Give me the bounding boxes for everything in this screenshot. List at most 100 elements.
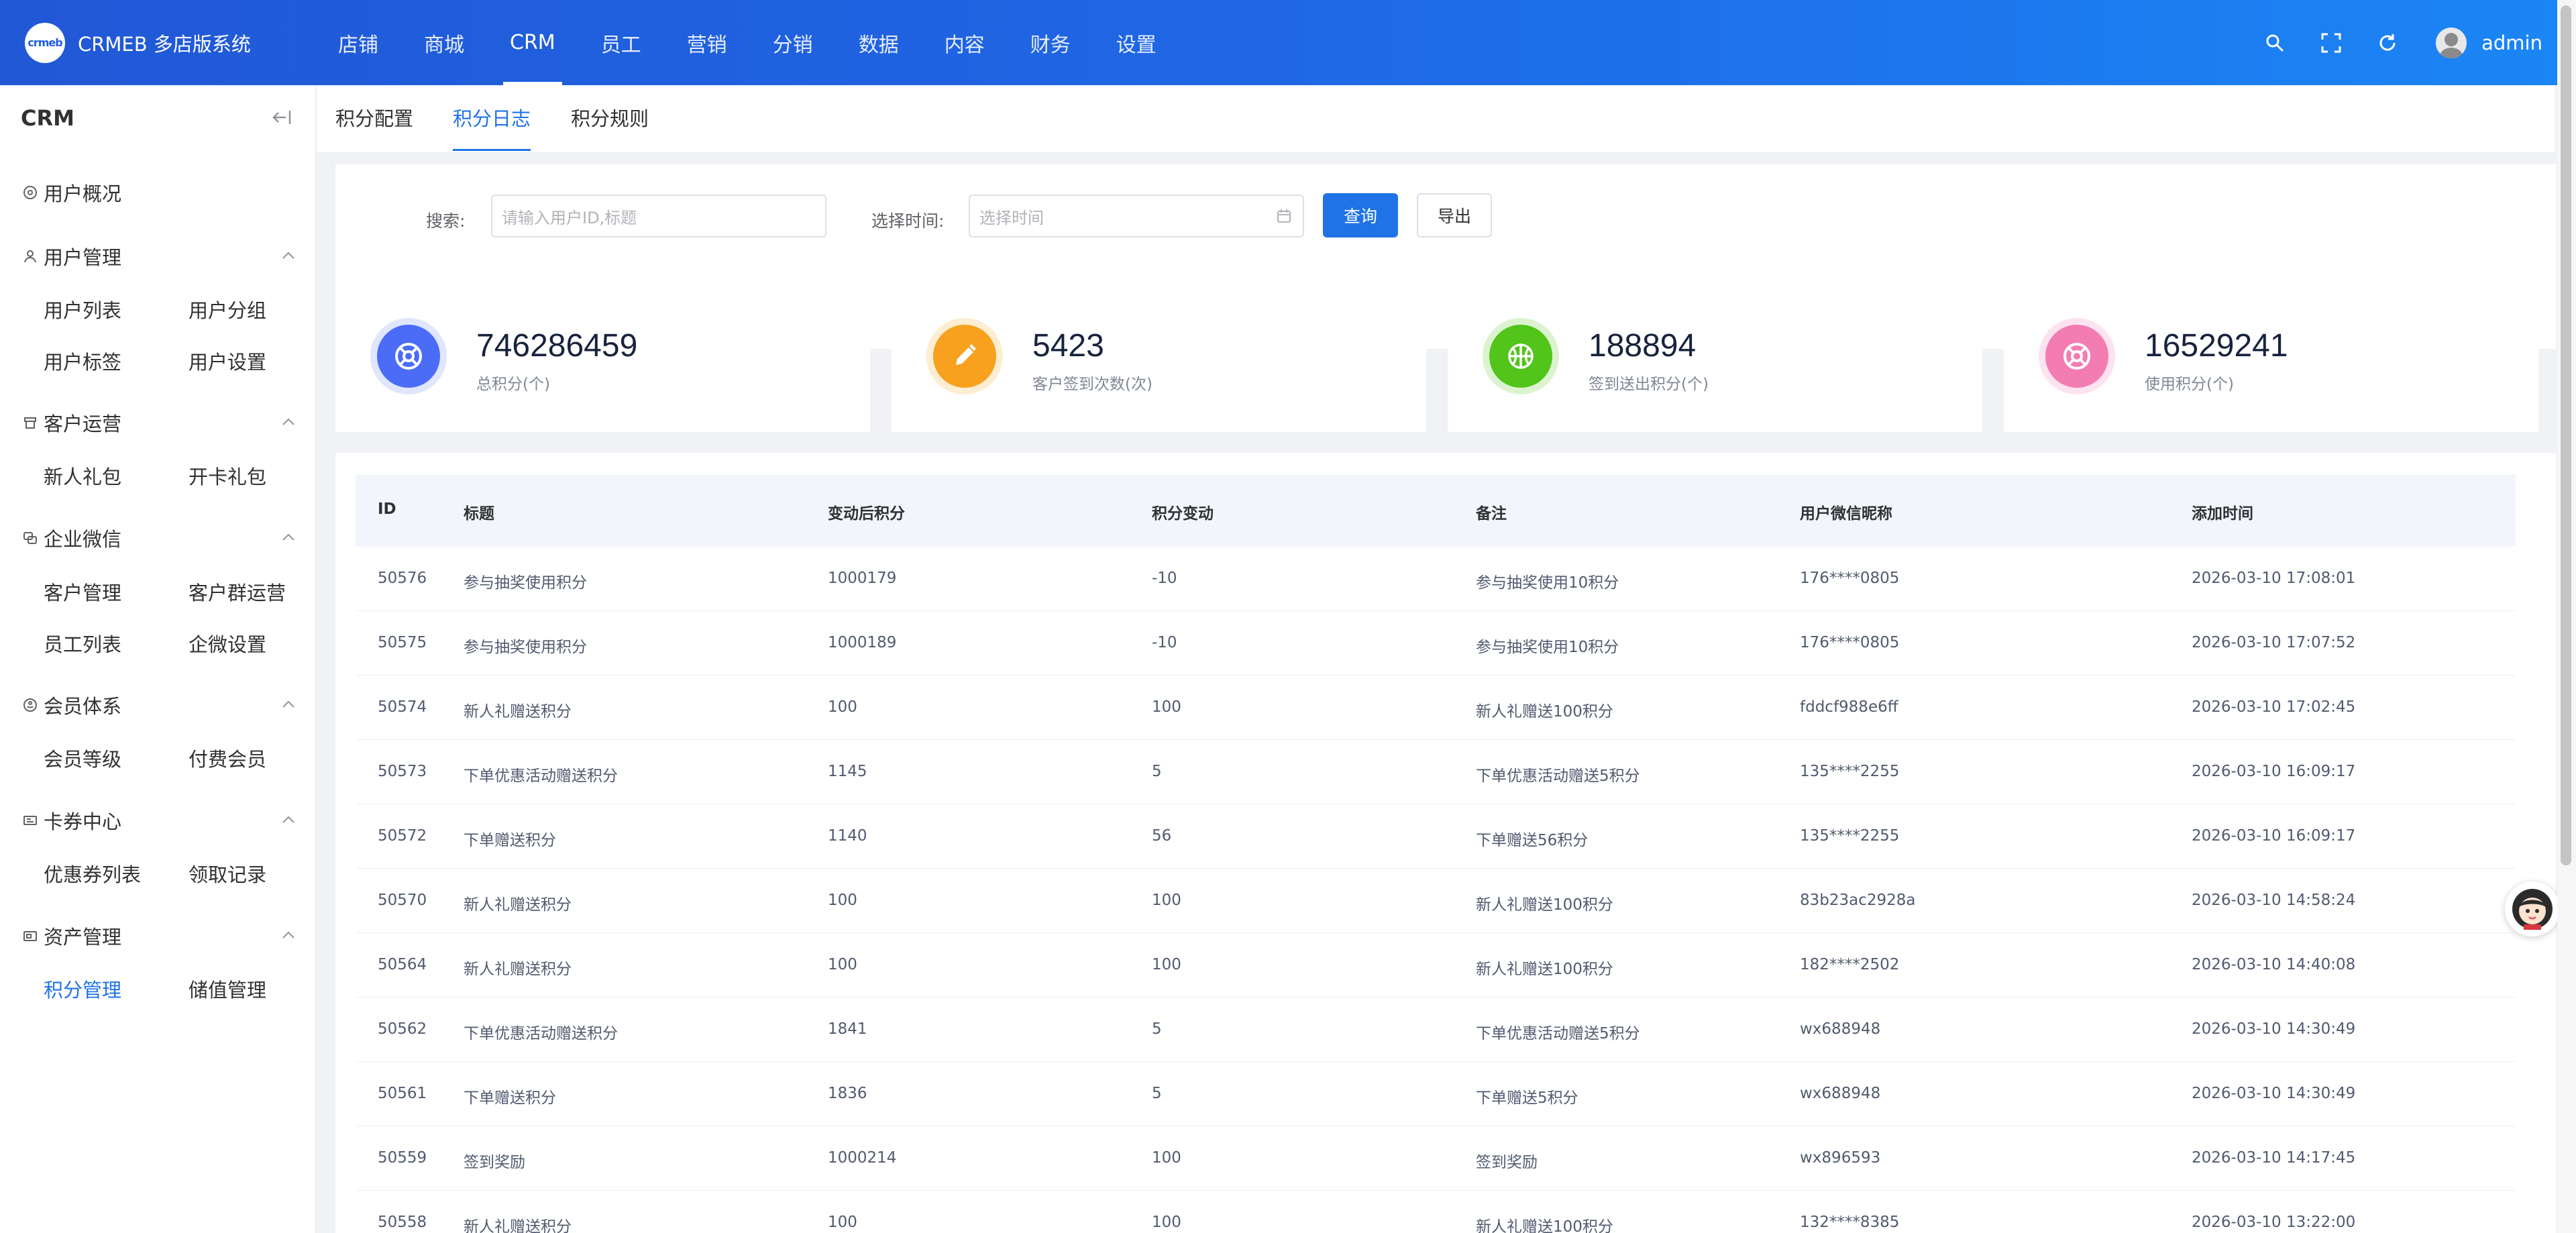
topnav-item-marketing[interactable]: 营销: [664, 0, 750, 85]
cell-points-after: 1000179: [828, 570, 897, 587]
table-row: 50575 参与抽奖使用积分 1000189 -10 参与抽奖使用10积分 176****…: [356, 611, 2516, 676]
cell-points-change: -10: [1152, 634, 1177, 651]
stat-label: 总积分(个): [476, 376, 550, 393]
cell-points-after: 100: [828, 698, 857, 716]
cell-points-after: 100: [828, 956, 857, 973]
cell-remark: 下单优惠活动赠送5积分: [1476, 767, 1640, 785]
topnav-item-store[interactable]: 店铺: [315, 0, 401, 85]
stat-icon-ring: [926, 318, 1003, 394]
topnav-item-mall[interactable]: 商城: [401, 0, 487, 85]
fullscreen-icon[interactable]: [2303, 23, 2359, 63]
sidebar-group-customer-operation[interactable]: 客户运营: [21, 409, 296, 437]
sidebar-item-newcomer-gift[interactable]: 新人礼包: [44, 462, 121, 490]
sidebar-title: CRM: [21, 105, 74, 131]
search-icon[interactable]: [2247, 23, 2303, 63]
column-header-points-change[interactable]: 积分变动: [1152, 500, 1214, 523]
sidebar-item-user-group[interactable]: 用户分组: [189, 295, 266, 323]
column-header-added-time[interactable]: 添加时间: [2192, 500, 2253, 523]
topnav-item-settings[interactable]: 设置: [1093, 0, 1179, 85]
cell-wechat-nickname: 182****2502: [1800, 956, 1900, 973]
tab-points-log[interactable]: 积分日志: [453, 103, 531, 151]
export-button[interactable]: 导出: [1417, 193, 1492, 237]
search-input[interactable]: 请输入用户ID,标题: [491, 195, 826, 237]
tab-points-rules[interactable]: 积分规则: [571, 103, 649, 149]
sidebar-item-staff-list[interactable]: 员工列表: [44, 629, 121, 657]
refresh-icon[interactable]: [2359, 23, 2416, 63]
sidebar-item-user-tag[interactable]: 用户标签: [44, 347, 121, 375]
sidebar-item-card-gift[interactable]: 开卡礼包: [189, 462, 266, 490]
topnav-item-staff[interactable]: 员工: [578, 0, 664, 85]
sidebar-item-user-list[interactable]: 用户列表: [44, 295, 121, 323]
table-header: ID 标题 变动后积分 积分变动 备注 用户微信昵称 添加时间: [356, 475, 2516, 547]
column-header-id[interactable]: ID: [378, 500, 396, 518]
cell-points-after: 100: [828, 1214, 857, 1231]
cell-added-time: 2026-03-10 14:17:45: [2192, 1149, 2356, 1167]
topnav-item-finance[interactable]: 财务: [1008, 0, 1093, 85]
cell-points-change: 100: [1152, 1149, 1181, 1167]
sidebar-item-coupon-list[interactable]: 优惠券列表: [44, 859, 141, 888]
table-row: 50574 新人礼赠送积分 100 100 新人礼赠送100积分 fddcf988e6ff…: [356, 676, 2516, 740]
scrollbar-thumb[interactable]: [2561, 5, 2571, 865]
sidebar-group-user-management[interactable]: 用户管理: [21, 242, 296, 270]
cell-remark: 下单赠送5积分: [1476, 1089, 1578, 1107]
chevron-up-icon: [281, 930, 296, 943]
date-placeholder: 选择时间: [979, 208, 1044, 227]
sidebar-item-claim-records[interactable]: 领取记录: [189, 859, 266, 888]
user-name[interactable]: admin: [2481, 32, 2542, 54]
sidebar-item-member-level[interactable]: 会员等级: [44, 744, 121, 772]
date-picker-input[interactable]: 选择时间: [969, 195, 1304, 237]
cell-added-time: 2026-03-10 14:30:49: [2192, 1020, 2356, 1038]
cell-wechat-nickname: wx688948: [1800, 1020, 1881, 1038]
column-header-remark[interactable]: 备注: [1476, 500, 1507, 523]
chevron-up-icon: [281, 532, 296, 545]
sidebar-group-coupon-center[interactable]: 卡券中心: [21, 806, 296, 835]
sidebar-item-paid-member[interactable]: 付费会员: [189, 744, 266, 772]
tab-points-config[interactable]: 积分配置: [335, 103, 413, 149]
topnav-item-data[interactable]: 数据: [836, 0, 922, 85]
cell-id: 50558: [378, 1214, 427, 1231]
logo[interactable]: crmeb CRMEB 多店版系统: [0, 22, 315, 63]
column-header-wechat-nickname[interactable]: 用户微信昵称: [1800, 500, 1892, 523]
sidebar-group-membership[interactable]: 会员体系: [21, 691, 296, 719]
topnav-item-distribution[interactable]: 分销: [750, 0, 836, 85]
sidebar-group-label: 卡券中心: [44, 810, 122, 833]
sidebar-item-user-overview[interactable]: 用户概况: [21, 178, 296, 207]
cell-title: 下单赠送积分: [464, 1089, 556, 1107]
cell-points-after: 1000214: [828, 1149, 897, 1167]
cell-added-time: 2026-03-10 14:30:49: [2192, 1085, 2356, 1102]
topnav-item-crm[interactable]: CRM: [487, 0, 578, 85]
cell-points-change: 100: [1152, 956, 1181, 973]
sidebar-group-wechat-work[interactable]: 企业微信: [21, 524, 296, 552]
cell-points-change: 56: [1152, 827, 1172, 845]
table-row: 50558 新人礼赠送积分 100 100 新人礼赠送100积分 132****8385 2…: [356, 1191, 2516, 1233]
sidebar-group-asset-management[interactable]: 资产管理: [21, 922, 296, 950]
sidebar-item-points-management[interactable]: 积分管理: [44, 975, 121, 1003]
cell-wechat-nickname: wx896593: [1800, 1149, 1881, 1167]
column-header-points-after[interactable]: 变动后积分: [828, 500, 905, 523]
customer-service-avatar[interactable]: [2505, 881, 2560, 936]
cell-points-after: 100: [828, 892, 857, 909]
collapse-sidebar-icon[interactable]: [271, 109, 291, 128]
sidebar-item-wechat-work-settings[interactable]: 企微设置: [189, 629, 266, 657]
query-button[interactable]: 查询: [1323, 193, 1398, 237]
sidebar-item-user-settings[interactable]: 用户设置: [189, 347, 266, 375]
basketball-icon: [1489, 325, 1552, 388]
cell-title: 参与抽奖使用积分: [464, 574, 587, 592]
table-row: 50559 签到奖励 1000214 100 签到奖励 wx896593 2026-03-1…: [356, 1126, 2516, 1191]
cell-wechat-nickname: fddcf988e6ff: [1800, 698, 1898, 716]
sidebar-item-stored-value-management[interactable]: 储值管理: [189, 975, 266, 1003]
cell-added-time: 2026-03-10 17:08:01: [2192, 570, 2356, 587]
column-header-title[interactable]: 标题: [464, 500, 494, 523]
sidebar-group-label: 用户管理: [44, 246, 122, 269]
cell-id: 50564: [378, 956, 427, 973]
lifebuoy-icon: [377, 325, 440, 388]
cell-remark: 下单优惠活动赠送5积分: [1476, 1025, 1640, 1042]
sidebar-item-customer-group-operation[interactable]: 客户群运营: [189, 578, 286, 606]
sidebar-item-customer-management[interactable]: 客户管理: [44, 578, 121, 606]
app-title: CRMEB 多店版系统: [78, 32, 251, 56]
topnav-item-content[interactable]: 内容: [922, 0, 1008, 85]
cell-points-change: -10: [1152, 570, 1177, 587]
cell-remark: 新人礼赠送100积分: [1476, 961, 1613, 978]
cell-wechat-nickname: 135****2255: [1800, 763, 1900, 780]
avatar[interactable]: [2436, 27, 2467, 58]
